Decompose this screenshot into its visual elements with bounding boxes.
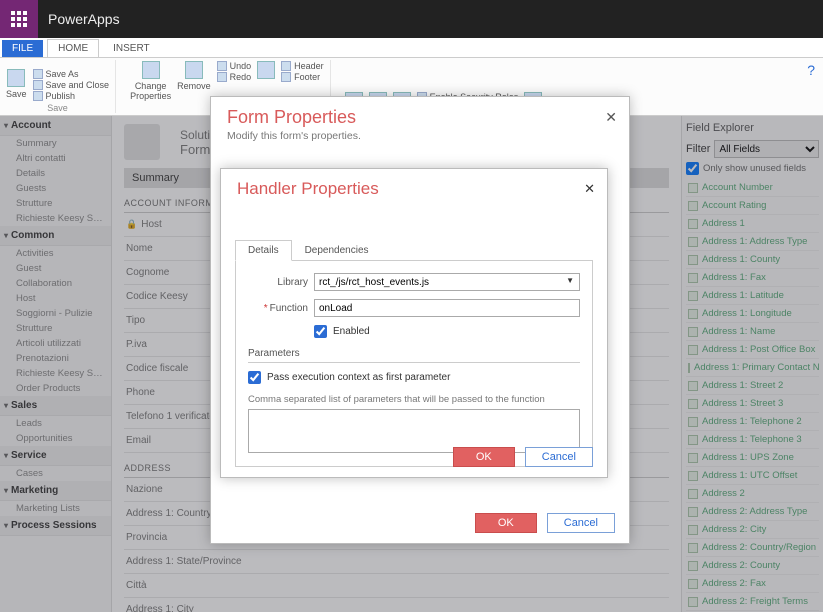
handler-ok-button[interactable]: OK (453, 447, 515, 467)
parameters-heading: Parameters (248, 348, 580, 363)
function-label: Function (248, 303, 308, 314)
tab-dependencies[interactable]: Dependencies (292, 240, 382, 261)
undo-button[interactable]: Undo (217, 61, 252, 71)
ribbon-group-save: Save (47, 103, 68, 113)
form-properties-ok-button[interactable]: OK (475, 513, 537, 533)
remove-button[interactable]: Remove (177, 61, 211, 91)
enabled-label: Enabled (333, 326, 370, 337)
waffle-icon (11, 11, 27, 27)
form-properties-subtitle: Modify this form's properties. (227, 130, 613, 142)
properties-icon (142, 61, 160, 79)
save-icon (7, 69, 25, 87)
ribbon-tabs: FILE HOME INSERT (0, 38, 823, 58)
footer-button[interactable]: Footer (281, 72, 324, 82)
footer-icon (281, 72, 291, 82)
body-button[interactable] (257, 61, 275, 79)
help-icon[interactable]: ? (807, 62, 815, 78)
save-close-icon (33, 80, 43, 90)
pass-context-checkbox[interactable] (248, 371, 261, 384)
handler-cancel-button[interactable]: Cancel (525, 447, 593, 467)
parameters-hint: Comma separated list of parameters that … (248, 394, 580, 405)
handler-properties-close-button[interactable]: ✕ (584, 181, 595, 197)
remove-icon (185, 61, 203, 79)
form-properties-title: Form Properties (227, 107, 613, 128)
tab-details[interactable]: Details (235, 240, 292, 261)
function-input[interactable] (314, 299, 580, 317)
ribbon-tab-insert[interactable]: INSERT (103, 40, 160, 57)
pass-context-label: Pass execution context as first paramete… (267, 372, 450, 383)
save-as-button[interactable]: Save As (33, 69, 110, 79)
redo-button[interactable]: Redo (217, 72, 252, 82)
change-properties-button[interactable]: Change Properties (130, 61, 171, 101)
library-select[interactable]: rct_/js/rct_host_events.js (314, 273, 580, 291)
ribbon-tab-file[interactable]: FILE (2, 40, 43, 57)
enabled-checkbox[interactable] (314, 325, 327, 338)
publish-button[interactable]: Publish (33, 91, 110, 101)
form-properties-cancel-button[interactable]: Cancel (547, 513, 615, 533)
publish-icon (33, 91, 43, 101)
handler-properties-dialog: Handler Properties ✕ Details Dependencie… (220, 168, 608, 478)
app-title: PowerApps (48, 11, 120, 27)
form-properties-close-button[interactable]: ✕ (605, 109, 617, 126)
save-and-close-button[interactable]: Save and Close (33, 80, 110, 90)
save-button[interactable]: Save (6, 69, 27, 99)
body-icon (257, 61, 275, 79)
save-as-icon (33, 69, 43, 79)
app-bar: PowerApps (0, 0, 823, 38)
app-launcher-button[interactable] (0, 0, 38, 38)
header-button[interactable]: Header (281, 61, 324, 71)
ribbon-tab-home[interactable]: HOME (47, 39, 99, 57)
library-label: Library (248, 277, 308, 288)
redo-icon (217, 72, 227, 82)
undo-icon (217, 61, 227, 71)
handler-properties-title: Handler Properties (237, 179, 591, 199)
header-icon (281, 61, 291, 71)
